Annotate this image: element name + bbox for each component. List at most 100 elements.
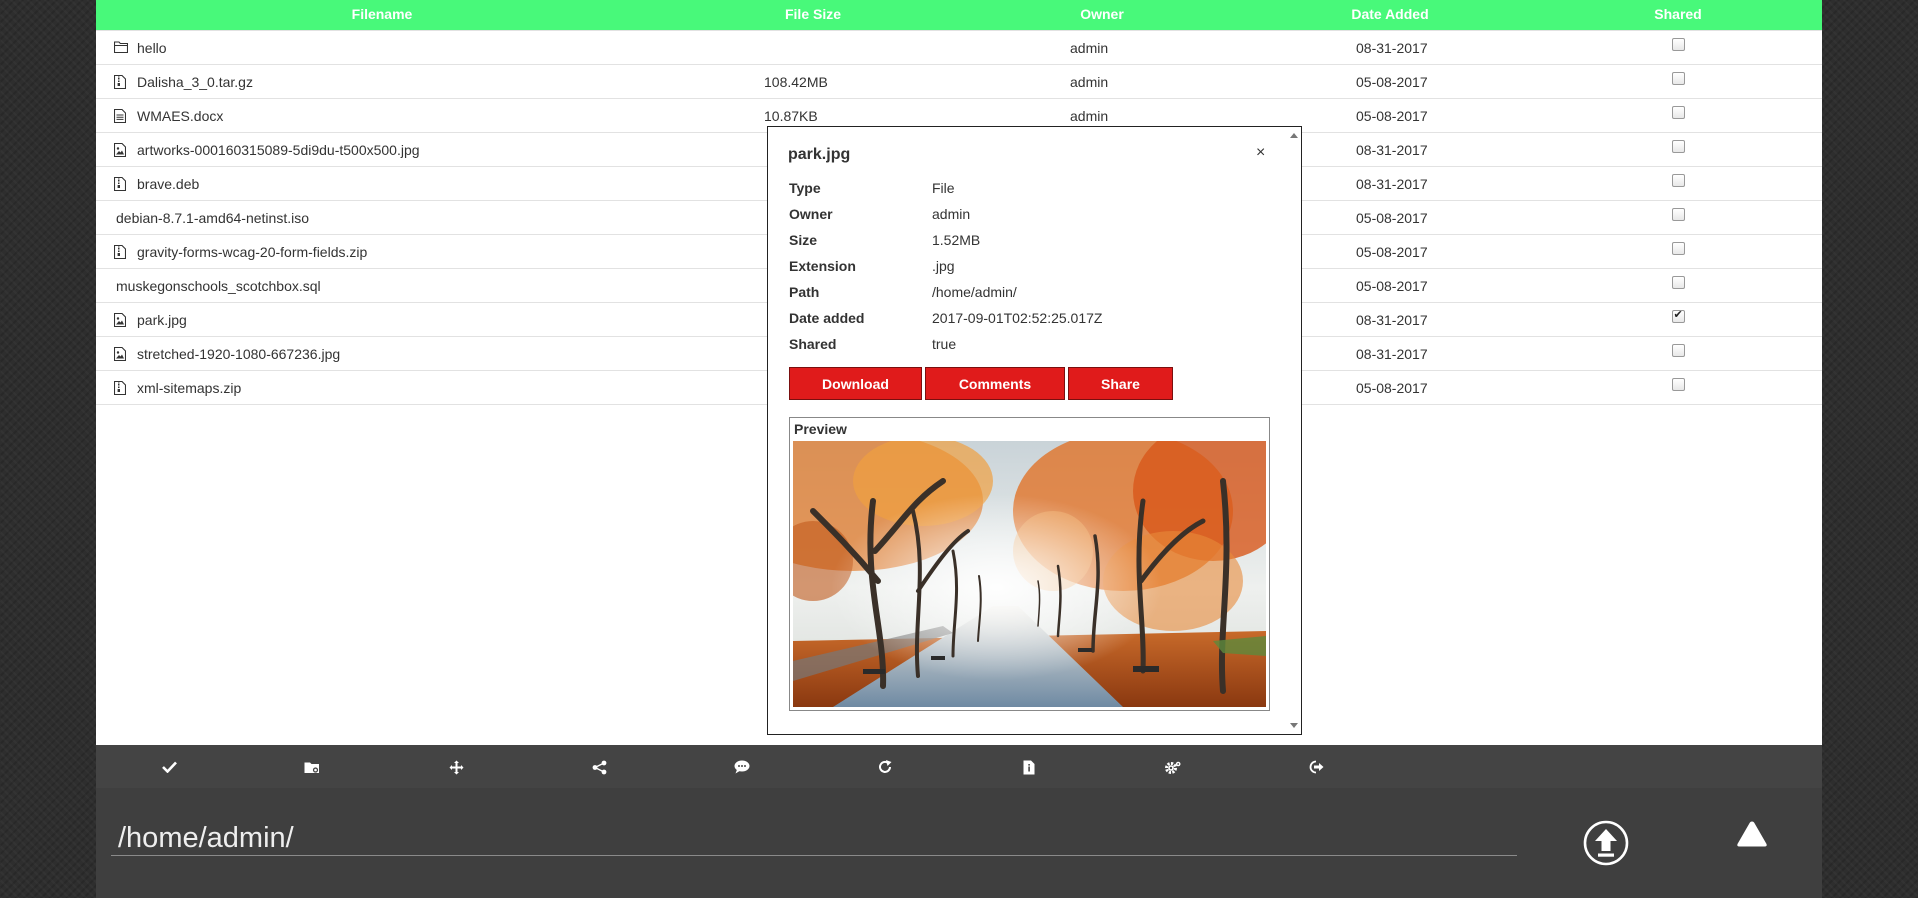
settings-icon[interactable]	[1159, 753, 1187, 781]
filename-text[interactable]: hello	[137, 40, 167, 56]
shared-checkbox[interactable]	[1671, 37, 1685, 51]
share-button[interactable]: Share	[1068, 367, 1173, 400]
file-size-header[interactable]: File Size	[668, 0, 958, 31]
property-value: admin	[932, 206, 971, 222]
filename-text[interactable]: park.jpg	[137, 312, 187, 328]
filename-text[interactable]: debian-8.7.1-amd64-netinst.iso	[116, 210, 309, 226]
modal-scrollbar[interactable]	[1287, 127, 1301, 734]
image-file-icon	[114, 142, 128, 157]
image-file-icon	[114, 346, 128, 361]
filename-header[interactable]: Filename	[96, 0, 668, 31]
filename-text[interactable]: xml-sitemaps.zip	[137, 380, 241, 396]
property-key: Path	[789, 284, 820, 300]
owner-cell: admin	[958, 64, 1246, 99]
bottom-toolbar	[96, 745, 1822, 788]
filename-cell[interactable]: xml-sitemaps.zip	[96, 370, 668, 405]
property-row: Owner admin	[789, 201, 1102, 227]
file-manager-app: Filename File Size Owner Date Added Shar…	[96, 0, 1822, 898]
shared-checkbox[interactable]	[1671, 139, 1685, 153]
date-added-header[interactable]: Date Added	[1246, 0, 1534, 31]
preview-box: Preview	[768, 417, 1293, 711]
filename-text[interactable]: artworks-000160315089-5di9du-t500x500.jp…	[137, 142, 420, 158]
shared-checkbox[interactable]	[1671, 105, 1685, 119]
upload-icon[interactable]	[1583, 820, 1629, 866]
owner-header[interactable]: Owner	[958, 0, 1246, 31]
current-path-input[interactable]	[111, 822, 1517, 856]
path-bar	[96, 788, 1822, 898]
shared-checkbox[interactable]	[1671, 343, 1685, 357]
logout-icon[interactable]	[1302, 753, 1330, 781]
property-value: true	[932, 336, 957, 352]
modal-actions: Download Comments Share	[789, 367, 1176, 400]
property-value: File	[932, 180, 955, 196]
shared-cell	[1534, 200, 1822, 235]
comment-icon[interactable]	[728, 753, 756, 781]
shared-cell	[1534, 132, 1822, 167]
shared-checkbox[interactable]	[1671, 207, 1685, 221]
filename-cell[interactable]: WMAES.docx	[96, 98, 668, 133]
shared-checkbox[interactable]	[1671, 173, 1685, 187]
scroll-down-arrow-icon[interactable]	[1290, 723, 1298, 728]
file-properties: Type File Owner admin Size 1.52MB Extension…	[789, 175, 1102, 357]
property-row: Path/home/admin/	[789, 279, 1102, 305]
filename-cell[interactable]: stretched-1920-1080-667236.jpg	[96, 336, 668, 371]
new-folder-icon[interactable]	[298, 753, 326, 781]
shared-header[interactable]: Shared	[1534, 0, 1822, 31]
filename-cell[interactable]: debian-8.7.1-amd64-netinst.iso	[96, 200, 668, 235]
filename-text[interactable]: stretched-1920-1080-667236.jpg	[137, 346, 340, 362]
filename-text[interactable]: muskegonschools_scotchbox.sql	[116, 278, 321, 294]
filename-cell[interactable]: muskegonschools_scotchbox.sql	[96, 268, 668, 303]
shared-cell	[1534, 166, 1822, 201]
property-key: Date added	[789, 310, 865, 326]
filename-text[interactable]: gravity-forms-wcag-20-form-fields.zip	[137, 244, 367, 260]
shared-checkbox[interactable]	[1671, 241, 1685, 255]
shared-cell	[1534, 64, 1822, 99]
property-value: 2017-09-01T02:52:25.017Z	[932, 310, 1103, 326]
filename-cell[interactable]: hello	[96, 30, 668, 65]
shared-checkbox[interactable]	[1671, 377, 1685, 391]
file-size-cell	[668, 30, 958, 65]
parent-directory-icon[interactable]	[1736, 820, 1768, 848]
preview-label: Preview	[794, 421, 847, 437]
date-added-cell: 05-08-2017	[1246, 64, 1534, 99]
table-row[interactable]: Dalisha_3_0.tar.gz 108.42MB admin 05-08-201…	[96, 64, 1822, 99]
filename-text[interactable]: WMAES.docx	[137, 108, 223, 124]
shared-checkbox[interactable]	[1671, 275, 1685, 289]
filename-cell[interactable]: park.jpg	[96, 302, 668, 337]
archive-file-icon	[114, 74, 128, 89]
archive-file-icon	[114, 380, 128, 395]
filename-text[interactable]: brave.deb	[137, 176, 199, 192]
file-info-icon[interactable]	[1015, 753, 1043, 781]
property-row: Shared true	[789, 331, 1102, 357]
property-value: /home/admin/	[932, 284, 1017, 300]
close-button[interactable]: ×	[1256, 144, 1265, 162]
filename-cell[interactable]: artworks-000160315089-5di9du-t500x500.jp…	[96, 132, 668, 167]
property-key: Shared	[789, 336, 837, 352]
owner-cell: admin	[958, 30, 1246, 65]
filename-cell[interactable]: brave.deb	[96, 166, 668, 201]
share-icon[interactable]	[585, 753, 613, 781]
shared-cell	[1534, 98, 1822, 133]
file-details-modal: park.jpg × Type File Owner admin Size 1.52M…	[767, 126, 1302, 735]
shared-checkbox[interactable]	[1671, 71, 1685, 85]
property-key: Owner	[789, 206, 833, 222]
property-row: Type File	[789, 175, 1102, 201]
filename-cell[interactable]: Dalisha_3_0.tar.gz	[96, 64, 668, 99]
check-icon[interactable]	[155, 753, 183, 781]
table-header-row: Filename File Size Owner Date Added Shar…	[96, 0, 1822, 31]
download-button[interactable]: Download	[789, 367, 922, 400]
redo-icon[interactable]	[872, 753, 900, 781]
filename-cell[interactable]: gravity-forms-wcag-20-form-fields.zip	[96, 234, 668, 269]
modal-title: park.jpg	[788, 146, 851, 163]
comments-button[interactable]: Comments	[925, 367, 1065, 400]
shared-checkbox[interactable]	[1671, 308, 1685, 323]
filename-text[interactable]: Dalisha_3_0.tar.gz	[137, 74, 253, 90]
date-added-cell: 08-31-2017	[1246, 30, 1534, 65]
move-icon[interactable]	[442, 753, 470, 781]
document-file-icon	[114, 108, 128, 123]
scroll-up-arrow-icon[interactable]	[1290, 133, 1298, 138]
shared-cell	[1534, 336, 1822, 371]
property-row: Extension .jpg	[789, 253, 1102, 279]
property-value: .jpg	[932, 258, 955, 274]
table-row[interactable]: hello admin 08-31-2017	[96, 30, 1822, 65]
